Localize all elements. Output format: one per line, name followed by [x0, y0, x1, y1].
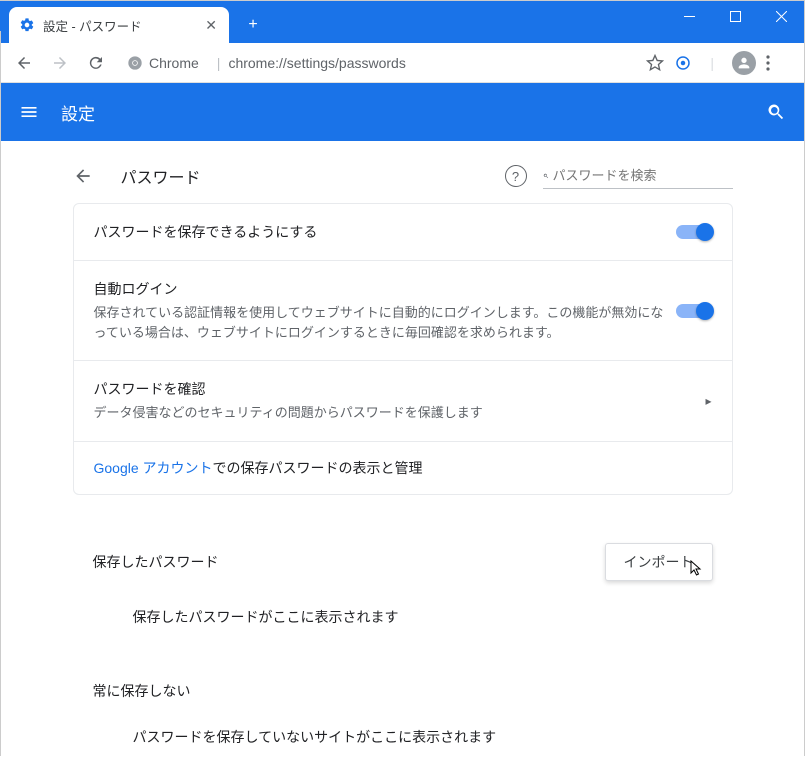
- page-back-button[interactable]: [73, 166, 113, 186]
- google-account-link-row: Google アカウントでの保存パスワードの表示と管理: [74, 442, 732, 494]
- google-account-link[interactable]: Google アカウント: [94, 460, 213, 476]
- maximize-button[interactable]: [712, 1, 758, 31]
- saved-passwords-heading: 保存したパスワード: [93, 552, 219, 572]
- password-search-input[interactable]: [549, 165, 733, 186]
- forward-button[interactable]: [45, 48, 75, 78]
- browser-tab[interactable]: 設定 - パスワード ✕: [9, 7, 229, 43]
- back-button[interactable]: [9, 48, 39, 78]
- check-passwords-row[interactable]: パスワードを確認 データ侵害などのセキュリティの問題からパスワードを保護します …: [74, 361, 732, 442]
- password-search-field[interactable]: [543, 163, 733, 189]
- extension-icon[interactable]: [674, 54, 692, 72]
- profile-avatar[interactable]: [732, 51, 756, 75]
- auto-signin-toggle[interactable]: [676, 304, 712, 318]
- import-button-label: インポート: [624, 552, 694, 572]
- auto-signin-sub: 保存されている認証情報を使用してウェブサイトに自動的にログインします。この機能が…: [94, 303, 676, 342]
- never-save-heading: 常に保存しない: [93, 681, 191, 701]
- offer-save-toggle[interactable]: [676, 225, 712, 239]
- hamburger-menu-icon[interactable]: [19, 102, 43, 122]
- saved-passwords-empty: 保存したパスワードがここに表示されます: [73, 591, 733, 643]
- cursor-icon: [690, 560, 706, 578]
- chrome-icon: Chrome: [127, 55, 199, 71]
- google-account-suffix: での保存パスワードの表示と管理: [213, 460, 423, 476]
- never-save-empty: パスワードを保存していないサイトがここに表示されます: [73, 711, 733, 757]
- tab-title: 設定 - パスワード: [43, 16, 195, 35]
- check-passwords-sub: データ侵害などのセキュリティの問題からパスワードを保護します: [94, 403, 706, 423]
- auto-signin-label: 自動ログイン: [94, 279, 676, 299]
- close-window-button[interactable]: [758, 1, 804, 31]
- close-tab-icon[interactable]: ✕: [205, 17, 217, 34]
- auto-signin-row: 自動ログイン 保存されている認証情報を使用してウェブサイトに自動的にログインしま…: [74, 261, 732, 361]
- check-passwords-label: パスワードを確認: [94, 379, 706, 399]
- new-tab-button[interactable]: +: [239, 16, 267, 34]
- offer-save-passwords-row: パスワードを保存できるようにする: [74, 204, 732, 261]
- settings-header: 設定: [1, 83, 804, 141]
- chevron-right-icon: ▸: [705, 394, 711, 408]
- help-icon[interactable]: ?: [505, 165, 527, 187]
- kebab-menu-icon[interactable]: [766, 55, 786, 71]
- reload-button[interactable]: [81, 48, 111, 78]
- offer-save-label: パスワードを保存できるようにする: [94, 222, 676, 242]
- bookmark-star-icon[interactable]: [646, 54, 664, 72]
- settings-title: 設定: [61, 100, 95, 125]
- minimize-button[interactable]: [666, 1, 712, 31]
- page-title: パスワード: [121, 164, 201, 188]
- gear-icon: [19, 17, 35, 33]
- settings-search-icon[interactable]: [766, 102, 786, 122]
- browser-toolbar: Chrome | chrome://settings/passwords |: [1, 43, 804, 83]
- address-bar[interactable]: Chrome | chrome://settings/passwords |: [117, 48, 796, 78]
- url-text: chrome://settings/passwords: [228, 55, 405, 71]
- url-scheme: Chrome: [149, 55, 199, 71]
- import-button[interactable]: インポート: [605, 543, 713, 581]
